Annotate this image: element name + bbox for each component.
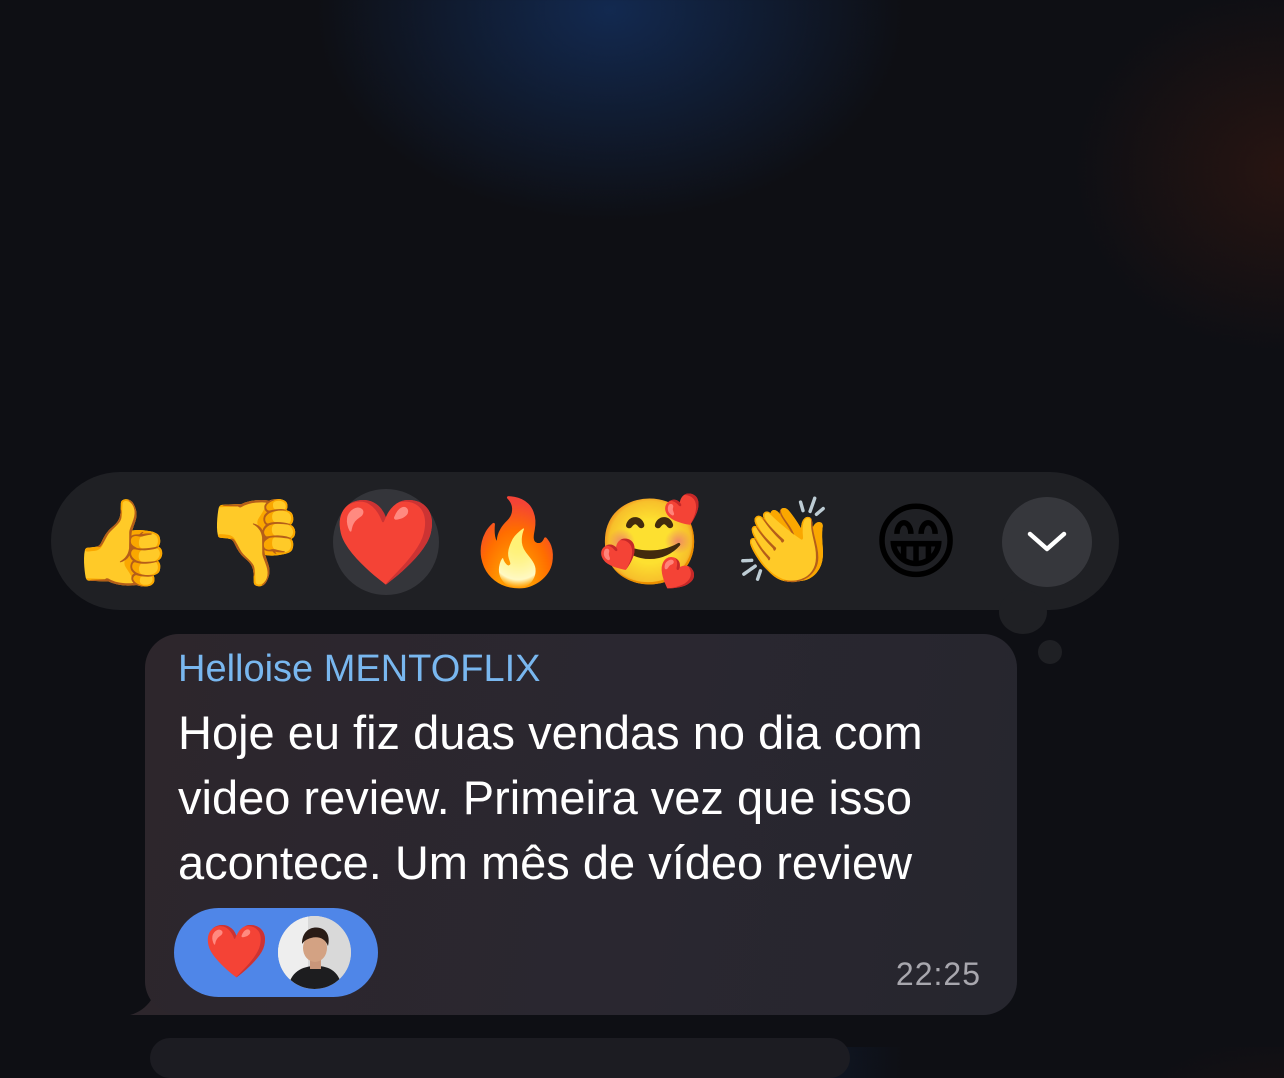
sender-name[interactable]: Helloise MENTOFLIX xyxy=(178,648,541,691)
message-bubble[interactable]: Helloise MENTOFLIX Hoje eu fiz duas vend… xyxy=(145,634,1017,1015)
reaction-red-heart[interactable]: ❤️ xyxy=(333,489,439,595)
reaction-bar-tail-bubble xyxy=(999,590,1047,634)
reaction-smiling-face-with-hearts[interactable]: 🥰 xyxy=(597,489,703,595)
heart-icon: ❤️ xyxy=(204,923,269,981)
reaction-thumbs-down[interactable]: 👎 xyxy=(202,489,308,595)
message-timestamp: 22:25 xyxy=(895,956,981,992)
reaction-clapping-hands[interactable]: 👏 xyxy=(733,489,839,595)
reaction-thumbs-up[interactable]: 👍 xyxy=(69,489,175,595)
message-text-line: video review. Primeira vez que isso xyxy=(178,771,913,824)
message-text-line: acontece. Um mês de vídeo review xyxy=(178,836,913,889)
avatar xyxy=(278,916,351,989)
expand-reactions-button[interactable] xyxy=(1002,497,1092,587)
chevron-down-icon xyxy=(1027,531,1067,552)
message-text: Hoje eu fiz duas vendas no dia com video… xyxy=(178,700,1008,895)
reaction-fire[interactable]: 🔥 xyxy=(464,489,570,595)
reaction-chip[interactable]: ❤️ xyxy=(174,908,378,997)
reaction-bar: 👍 👎 ❤️ 🔥 🥰 👏 😁 xyxy=(51,472,1119,610)
next-message-bubble xyxy=(150,1038,850,1078)
reaction-bar-tail-dot xyxy=(1038,640,1062,664)
reaction-beaming-face[interactable]: 😁 xyxy=(863,489,969,595)
person-photo xyxy=(278,916,351,989)
message-text-line: Hoje eu fiz duas vendas no dia com xyxy=(178,706,923,759)
